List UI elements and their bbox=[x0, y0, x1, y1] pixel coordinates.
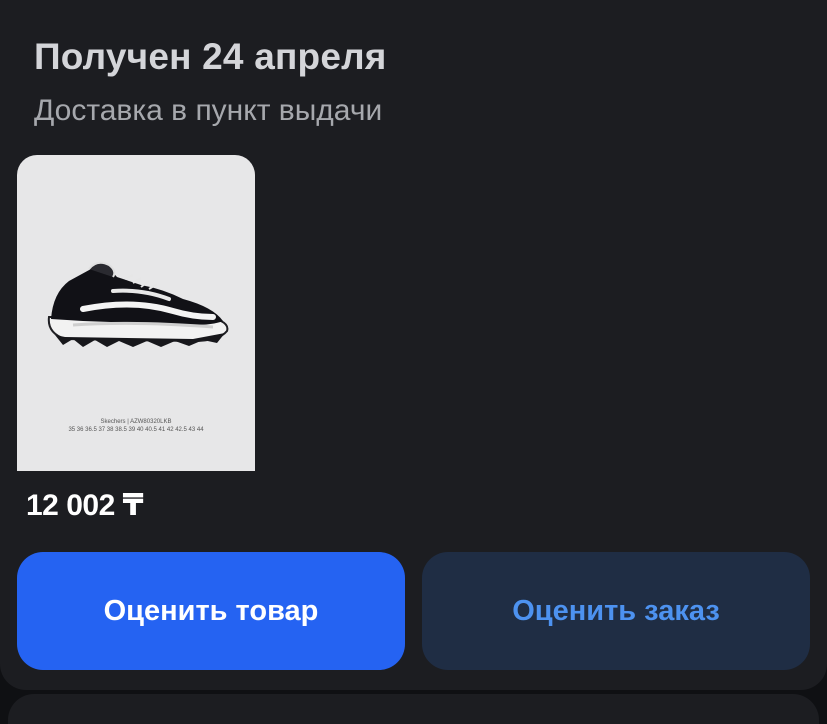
product-sizes-line: 35 36 36.5 37 38 38.5 39 40 40.5 41 42 4… bbox=[68, 427, 204, 433]
order-status-title: Получен 24 апреля bbox=[34, 36, 387, 77]
rate-order-button[interactable]: Оценить заказ bbox=[422, 552, 810, 670]
next-order-card bbox=[8, 694, 819, 724]
product-image[interactable]: Skechers | AZW80320LKB 35 36 36.5 37 38 … bbox=[17, 155, 255, 471]
order-card: Получен 24 апреля Доставка в пункт выдач… bbox=[0, 0, 827, 690]
product-price: 12 002 ₸ bbox=[26, 489, 143, 522]
product-brand-line: Skechers | AZW80320LKB bbox=[100, 419, 172, 425]
sneaker-icon bbox=[47, 261, 229, 347]
rate-product-button[interactable]: Оценить товар bbox=[17, 552, 405, 670]
delivery-method-subtitle: Доставка в пункт выдачи bbox=[34, 94, 383, 127]
